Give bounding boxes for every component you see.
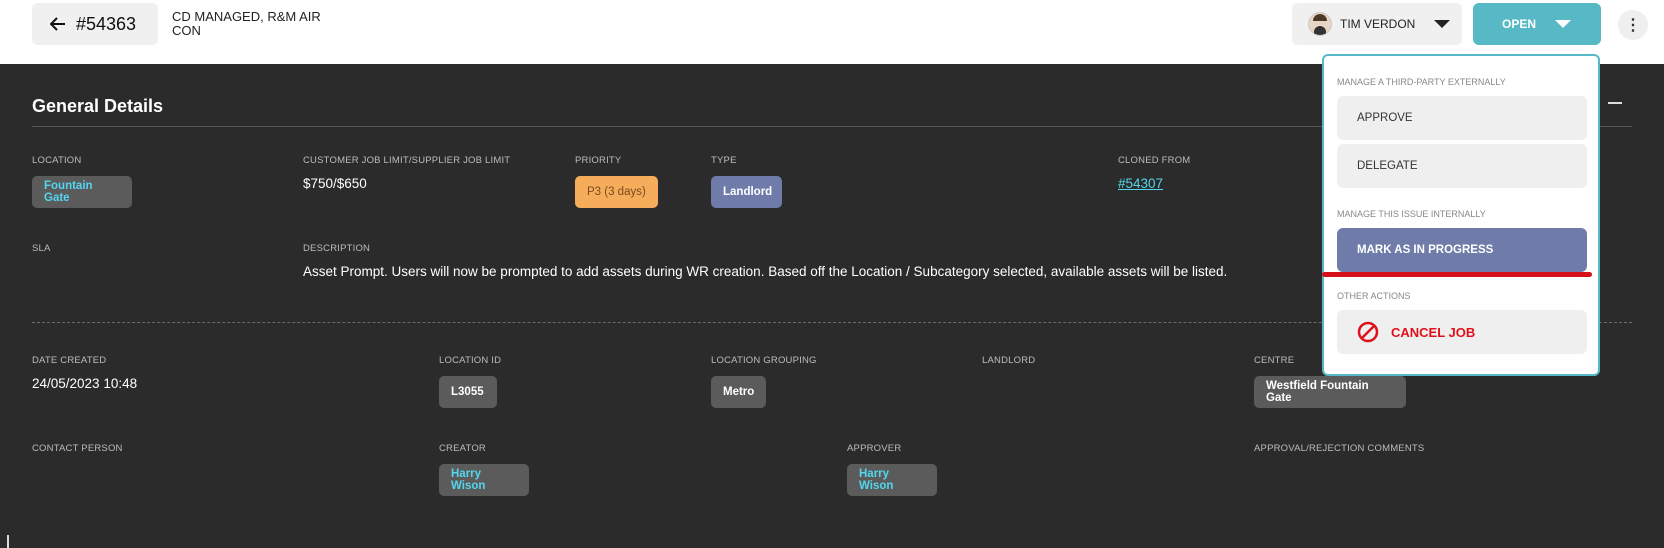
centre-chip: Westfield Fountain Gate — [1254, 376, 1406, 408]
job-title: CD MANAGED, R&M AIR CON — [172, 9, 321, 38]
location-label: LOCATION — [32, 155, 82, 166]
cancel-job-label: CANCEL JOB — [1391, 324, 1476, 340]
text-cursor — [7, 535, 9, 548]
status-label: OPEN — [1501, 17, 1536, 31]
location-grouping-label: LOCATION GROUPING — [711, 355, 817, 366]
mark-in-progress-button[interactable]: MARK AS IN PROGRESS — [1337, 228, 1587, 272]
section-title: General Details — [32, 96, 164, 116]
collapse-icon[interactable] — [1608, 102, 1622, 104]
caret-down-icon — [1555, 20, 1571, 28]
internal-heading: MANAGE THIS ISSUE INTERNALLY — [1337, 209, 1486, 219]
cloned-from-label: CLONED FROM — [1118, 155, 1191, 166]
type-label: TYPE — [711, 155, 737, 166]
cloned-from-link[interactable]: #54307 — [1118, 176, 1163, 191]
assignee-name: TIM VERDON — [1340, 17, 1416, 31]
prohibited-icon — [1357, 321, 1379, 343]
date-created-label: DATE CREATED — [32, 355, 107, 366]
priority-badge: P3 (3 days) — [575, 176, 658, 208]
approver-chip[interactable]: Harry Wison — [847, 464, 937, 496]
centre-label: CENTRE — [1254, 355, 1295, 366]
delegate-button[interactable]: DELEGATE — [1337, 144, 1587, 188]
arrow-left-icon — [50, 17, 65, 31]
cancel-job-button[interactable]: CANCEL JOB — [1337, 310, 1587, 354]
landlord-label: LANDLORD — [982, 355, 1036, 366]
location-id-chip: L3055 — [439, 376, 497, 408]
creator-label: CREATOR — [439, 443, 486, 454]
highlight-underline — [1322, 272, 1592, 277]
avatar — [1308, 12, 1332, 36]
priority-label: PRIORITY — [575, 155, 622, 166]
job-limit-value: $750/$650 — [303, 176, 367, 191]
approve-button[interactable]: APPROVE — [1337, 96, 1587, 140]
status-actions-menu: MANAGE A THIRD-PARTY EXTERNALLY APPROVE … — [1322, 54, 1600, 376]
sla-label: SLA — [32, 243, 51, 254]
description-value: Asset Prompt. Users will now be prompted… — [303, 264, 1228, 279]
status-dropdown-button[interactable]: OPEN — [1473, 3, 1601, 45]
location-grouping-chip: Metro — [711, 376, 766, 408]
contact-person-label: CONTACT PERSON — [32, 443, 123, 454]
creator-chip[interactable]: Harry Wison — [439, 464, 529, 496]
description-label: DESCRIPTION — [303, 243, 371, 254]
caret-down-icon — [1434, 20, 1451, 28]
back-button[interactable]: #54363 — [32, 3, 158, 45]
approval-comments-label: APPROVAL/REJECTION COMMENTS — [1254, 443, 1425, 454]
approver-label: APPROVER — [847, 443, 902, 454]
assignee-dropdown[interactable]: TIM VERDON — [1292, 3, 1462, 45]
date-created-value: 24/05/2023 10:48 — [32, 376, 138, 391]
type-badge: Landlord — [711, 176, 782, 208]
job-limit-label: CUSTOMER JOB LIMIT/SUPPLIER JOB LIMIT — [303, 155, 511, 166]
location-id-label: LOCATION ID — [439, 355, 502, 366]
other-actions-heading: OTHER ACTIONS — [1337, 291, 1411, 301]
job-number: #54363 — [76, 13, 137, 34]
location-chip[interactable]: Fountain Gate — [32, 176, 132, 208]
more-options-icon[interactable]: ⋮ — [1618, 10, 1648, 40]
external-heading: MANAGE A THIRD-PARTY EXTERNALLY — [1337, 77, 1506, 87]
